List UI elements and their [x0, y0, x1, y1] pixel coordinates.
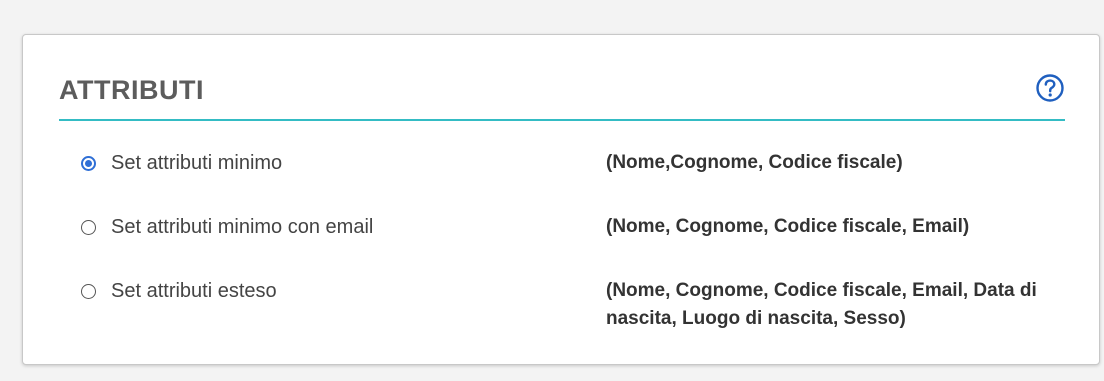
attribute-options: Set attributi minimo (Nome,Cognome, Codi…: [81, 145, 1081, 353]
option-label: Set attributi minimo: [111, 152, 283, 174]
radio-option-minimo[interactable]: Set attributi minimo: [81, 149, 282, 177]
option-row-minimo-email: Set attributi minimo con email (Nome, Co…: [81, 209, 1081, 273]
radio-option-minimo-email[interactable]: Set attributi minimo con email: [81, 213, 373, 241]
question-circle-icon[interactable]: [1035, 73, 1065, 103]
attributes-card: ATTRIBUTI Set attributi minimo (Nome,Cog…: [22, 34, 1100, 365]
radio-option-esteso[interactable]: Set attributi esteso: [81, 277, 277, 305]
radio-button[interactable]: [81, 283, 96, 299]
option-description: (Nome, Cognome, Codice fiscale, Email): [606, 216, 970, 237]
option-label: Set attributi minimo con email: [111, 216, 374, 238]
option-row-esteso: Set attributi esteso (Nome, Cognome, Cod…: [81, 273, 1081, 353]
card-header: ATTRIBUTI: [59, 73, 1065, 121]
option-label: Set attributi esteso: [111, 280, 277, 302]
option-description: (Nome, Cognome, Codice fiscale, Email, D…: [606, 280, 1037, 329]
option-description: (Nome,Cognome, Codice fiscale): [606, 152, 903, 173]
radio-button-checked[interactable]: [81, 155, 96, 171]
option-row-minimo: Set attributi minimo (Nome,Cognome, Codi…: [81, 145, 1081, 209]
radio-button[interactable]: [81, 219, 96, 235]
section-title: ATTRIBUTI: [59, 75, 204, 105]
